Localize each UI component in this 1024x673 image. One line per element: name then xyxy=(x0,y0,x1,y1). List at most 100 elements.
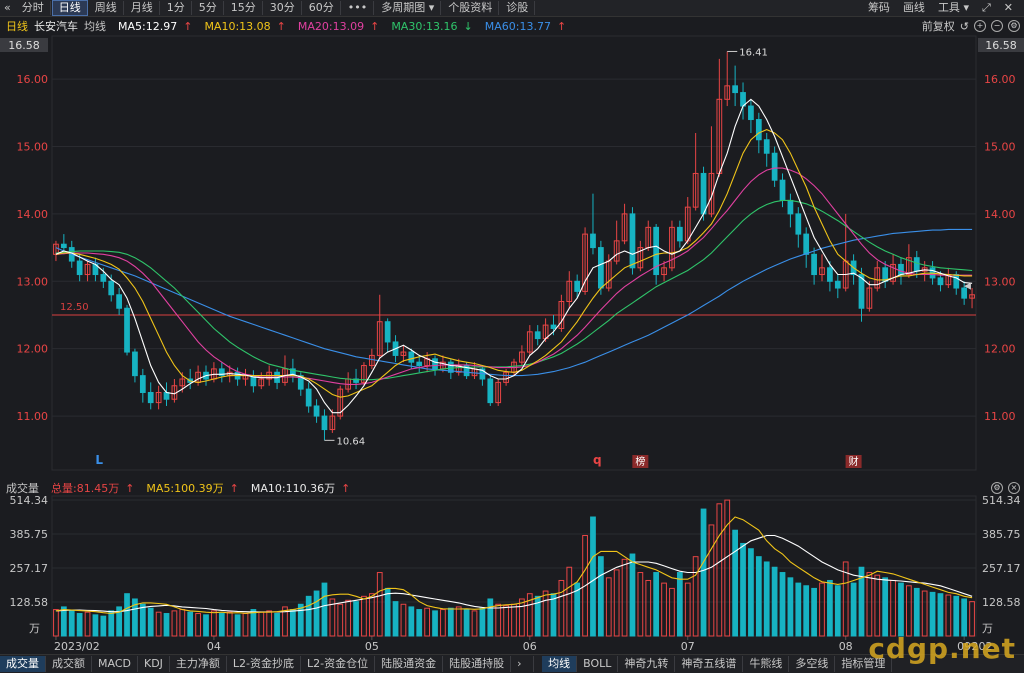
volume-bar xyxy=(187,611,194,637)
x-tick-label: 05 xyxy=(365,640,379,653)
volume-bar xyxy=(234,614,241,637)
x-tick-label: 04 xyxy=(207,640,221,653)
volume-bar xyxy=(866,572,873,637)
candle-body xyxy=(487,378,494,404)
price-tick-label-left: 16.00 xyxy=(17,73,49,86)
candle-body xyxy=(787,199,794,215)
candle-body xyxy=(748,105,754,121)
tab-hk-connect-fund[interactable]: 陆股通资金 xyxy=(375,656,444,672)
candle-body xyxy=(432,358,438,370)
tab-l2-position[interactable]: L2-资金仓位 xyxy=(301,656,376,672)
candle-body xyxy=(779,179,786,201)
volume-bar xyxy=(542,590,549,637)
volume-bar xyxy=(337,603,344,637)
tab-macd[interactable]: MACD xyxy=(92,656,138,672)
volume-bar xyxy=(274,613,280,637)
candle-body xyxy=(305,388,312,407)
volume-bar xyxy=(684,582,691,637)
candle-body xyxy=(313,405,320,417)
volume-bar xyxy=(692,556,699,637)
volume-bar xyxy=(945,594,952,637)
volume-bar xyxy=(76,613,83,637)
price-tick-label-right: 13.00 xyxy=(984,275,1016,288)
volume-bar xyxy=(598,556,604,637)
price-tick-label-left: 13.00 xyxy=(17,275,49,288)
volume-bar xyxy=(763,561,770,637)
event-marker-cai: 财 xyxy=(849,455,859,468)
volume-bar xyxy=(124,593,130,637)
tab-magic-nine[interactable]: 神奇九转 xyxy=(618,656,676,672)
volume-bar xyxy=(661,582,667,637)
volume-bar xyxy=(819,582,825,637)
volume-bar xyxy=(629,553,636,637)
volume-bar xyxy=(645,579,652,637)
tab-kdj[interactable]: KDJ xyxy=(138,656,170,672)
tab-magic-five[interactable]: 神奇五线谱 xyxy=(675,656,744,672)
x-tick-label: 06 xyxy=(523,640,537,653)
volume-bar xyxy=(803,585,810,637)
volume-bar xyxy=(487,598,494,637)
volume-bar xyxy=(171,610,178,637)
event-marker-l: L xyxy=(95,453,103,467)
volume-bar xyxy=(755,556,762,637)
tab-l2-bottom[interactable]: L2-资金抄底 xyxy=(227,656,302,672)
tab-volume[interactable]: 成交量 xyxy=(0,656,46,672)
volume-bar xyxy=(621,558,628,637)
volume-bar xyxy=(211,610,217,637)
volume-bar xyxy=(519,598,525,637)
current-price-pointer: ◀ xyxy=(964,282,971,292)
price-tick-label-right: 11.00 xyxy=(984,410,1016,423)
candle-body xyxy=(76,260,83,276)
candle-body xyxy=(60,243,67,249)
chevron-right-icon[interactable]: › xyxy=(511,656,535,672)
volume-bar xyxy=(605,577,612,637)
candle-body xyxy=(534,331,541,340)
tab-long-short[interactable]: 多空线 xyxy=(789,656,836,672)
volume-bar xyxy=(242,613,249,637)
kline-chart[interactable]: 16.00 16.00 15.00 15.00 14.00 14.00 13.00 13.00… xyxy=(0,0,1024,654)
volume-bar xyxy=(921,590,928,637)
candle-body xyxy=(100,274,107,282)
candle-body xyxy=(700,172,707,215)
x-tick-label: 08 xyxy=(839,640,853,653)
volume-bar xyxy=(882,577,889,637)
candle-body xyxy=(937,277,944,286)
candle-body xyxy=(132,351,138,377)
tab-boll[interactable]: BOLL xyxy=(577,656,619,672)
volume-bar xyxy=(250,609,257,637)
volume-bar xyxy=(969,601,975,637)
price-tick-label-left: 14.00 xyxy=(17,208,49,221)
tab-turnover[interactable]: 成交额 xyxy=(46,656,92,672)
volume-bar xyxy=(258,611,265,637)
volume-bar xyxy=(732,529,738,637)
candle-body xyxy=(811,253,817,276)
tab-ma[interactable]: 均线 xyxy=(542,656,578,672)
event-marker-bang: 榜 xyxy=(635,455,645,468)
tab-hk-connect-hold[interactable]: 陆股通持股 xyxy=(443,656,512,672)
ma10-line xyxy=(55,129,973,398)
volume-bar xyxy=(179,609,186,637)
candle-body xyxy=(163,391,170,400)
volume-bar xyxy=(787,577,794,637)
volume-bar xyxy=(416,609,423,637)
tab-bull-bear[interactable]: 牛熊线 xyxy=(743,656,790,672)
volume-bar xyxy=(906,585,912,637)
high-price-label: 16.41 xyxy=(739,47,768,58)
volume-bar xyxy=(84,611,91,637)
ma30-line xyxy=(55,199,973,381)
volume-ma5-line xyxy=(55,516,973,615)
price-tick-label-right: 15.00 xyxy=(984,140,1016,153)
volume-bar xyxy=(447,607,454,637)
price-tick-label-left: 15.00 xyxy=(17,140,49,153)
volume-tick-label-left: 385.75 xyxy=(10,528,49,541)
volume-bar xyxy=(68,610,75,637)
tab-main-net[interactable]: 主力净额 xyxy=(170,656,227,672)
candle-body xyxy=(953,274,960,289)
volume-bar xyxy=(716,503,723,637)
volume-bar xyxy=(590,516,596,637)
volume-bar xyxy=(408,606,415,637)
volume-bar xyxy=(266,610,273,637)
candle-body xyxy=(795,213,802,235)
candle-body xyxy=(124,307,130,353)
volume-bar xyxy=(613,569,620,637)
